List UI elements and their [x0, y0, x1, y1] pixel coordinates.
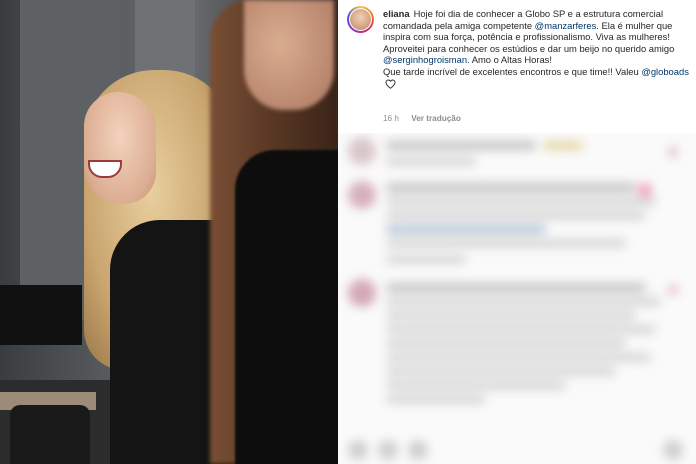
comment-text-line	[386, 183, 636, 192]
save-icon[interactable]	[663, 440, 683, 460]
action-bar	[338, 434, 696, 464]
comment-avatar	[348, 181, 376, 209]
mention-link[interactable]: @manzarferes	[535, 20, 597, 31]
heart-outline-icon[interactable]	[385, 79, 396, 89]
comment-text-line	[386, 211, 646, 220]
mention-link[interactable]: @globoads	[641, 66, 689, 77]
comment-text-line	[386, 367, 616, 376]
see-translation-button[interactable]: Ver tradução	[411, 114, 461, 123]
instagram-comments-panel: eliana Hoje foi dia de conhecer a Globo S…	[338, 0, 696, 464]
comment-text-line	[386, 141, 536, 150]
like-icon[interactable]	[348, 440, 368, 460]
comment-heart-icon	[638, 183, 652, 197]
comment-icon[interactable]	[378, 440, 398, 460]
comment-text-line	[386, 255, 466, 264]
comment-text-line	[386, 157, 476, 166]
blurred-comments	[338, 133, 696, 464]
caption-line-2-after: . Amo o Altas Horas!	[467, 54, 552, 66]
caption-line-3-text: Que tarde incrível de excelentes encontr…	[383, 65, 642, 77]
caption-text: eliana Hoje foi dia de conhecer a Globo S…	[383, 8, 693, 89]
comment-text-line	[386, 353, 651, 362]
comment-avatar	[348, 137, 376, 165]
comment-text-line	[386, 297, 661, 306]
background-monitor	[0, 285, 82, 345]
comment-text-line	[386, 197, 656, 206]
comment-text-line	[386, 325, 656, 334]
username-link[interactable]: eliana	[383, 8, 410, 19]
post-meta: 16 h Ver tradução	[383, 114, 471, 123]
foreground-woman-face	[244, 0, 334, 110]
avatar[interactable]	[347, 6, 374, 33]
comment-avatar	[348, 279, 376, 307]
avatar-image	[350, 9, 371, 30]
background-chair	[10, 405, 90, 464]
comment-text-line	[543, 141, 583, 150]
comment-heart-icon	[668, 285, 678, 295]
post-caption: eliana Hoje foi dia de conhecer a Globo S…	[338, 0, 696, 133]
caption-line-2-text: Aproveitei para conhecer os estúdios e d…	[383, 42, 675, 54]
post-time: 16 h	[383, 114, 399, 123]
foreground-woman-body	[235, 150, 338, 464]
comment-text-line	[386, 239, 626, 248]
avatar-ring	[349, 8, 372, 31]
post-photo	[0, 0, 338, 464]
mention-link[interactable]: @serginhogroisman	[383, 54, 467, 65]
comment-text-line	[386, 395, 486, 404]
comment-text-line	[386, 283, 646, 292]
blonde-woman-face	[84, 92, 156, 204]
comment-text-line	[386, 225, 546, 234]
comment-text-line	[386, 311, 636, 320]
share-icon[interactable]	[408, 440, 428, 460]
comment-text-line	[386, 339, 626, 348]
comment-heart-icon	[668, 147, 678, 157]
comment-text-line	[386, 381, 566, 390]
